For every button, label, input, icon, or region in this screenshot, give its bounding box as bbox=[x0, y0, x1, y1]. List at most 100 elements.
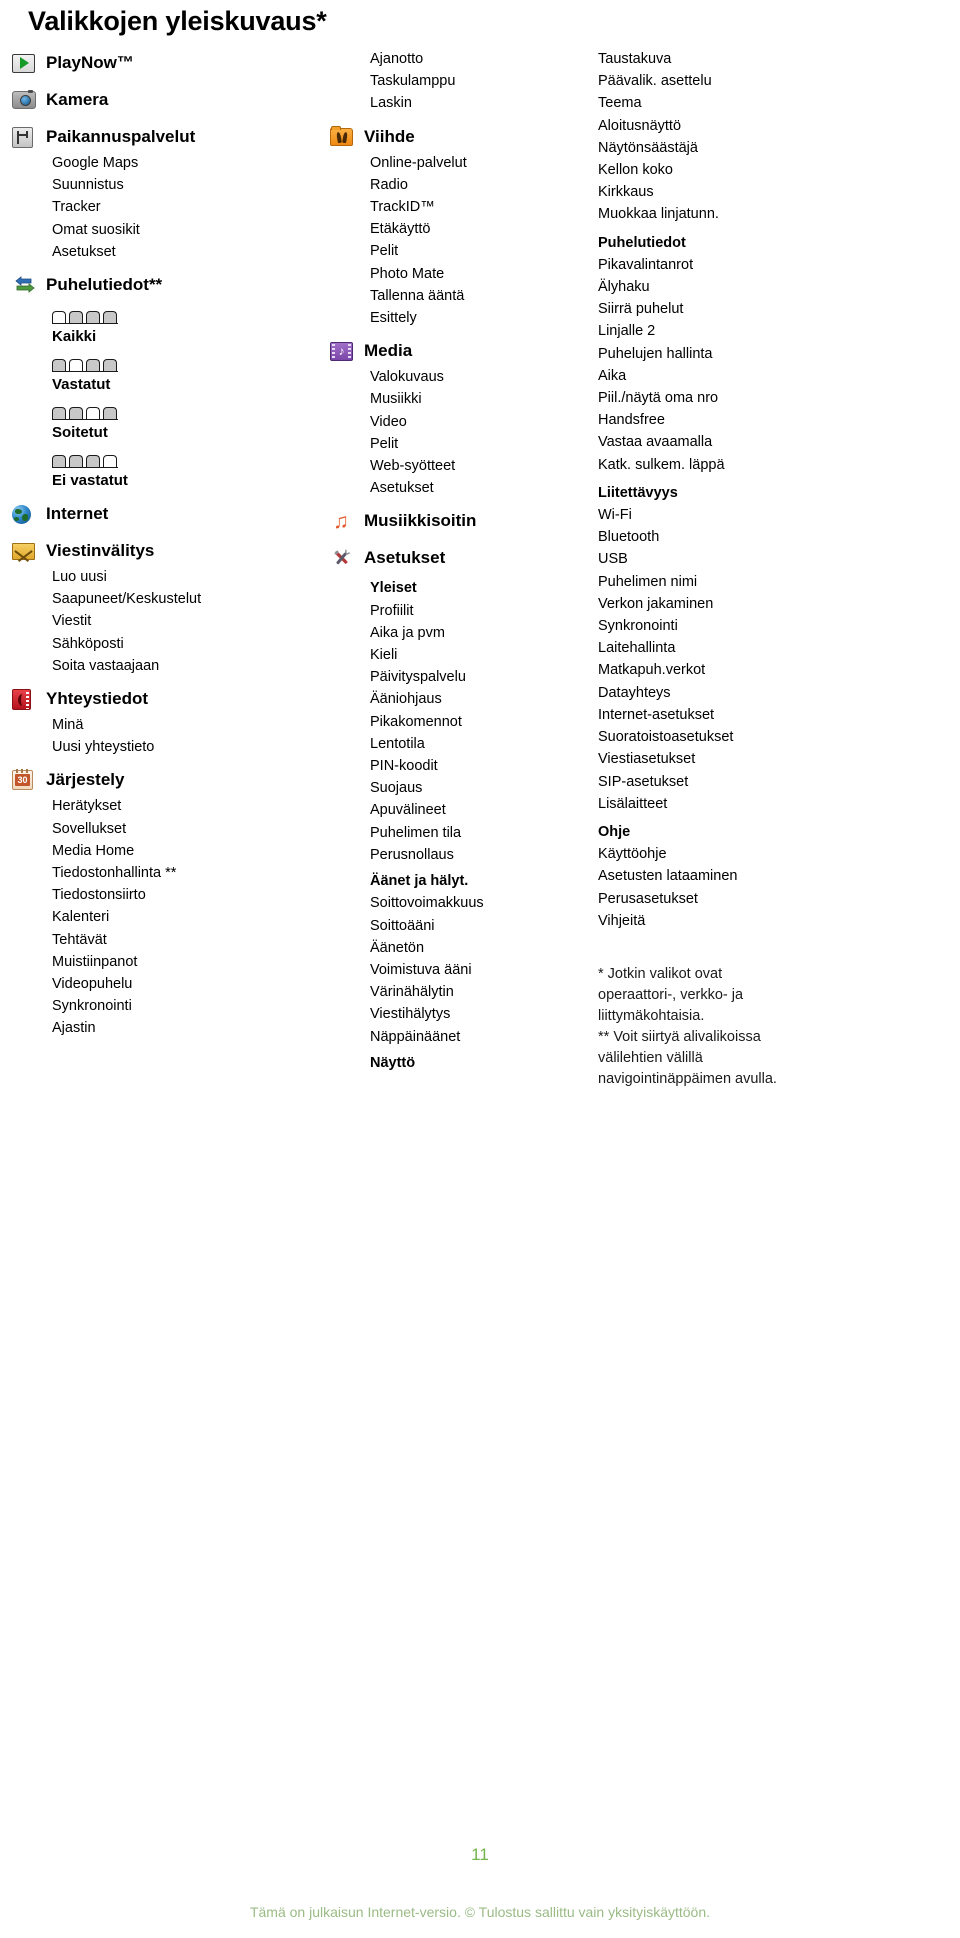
menu-item-musiikkisoitin[interactable]: ♫ Musiikkisoitin bbox=[330, 506, 585, 536]
menu-item-paikannuspalvelut[interactable]: Paikannuspalvelut bbox=[12, 122, 312, 152]
menu-item-jarjestely[interactable]: 30 Järjestely bbox=[12, 765, 312, 795]
submenu-item[interactable]: Online-palvelut bbox=[330, 152, 585, 174]
submenu-item[interactable]: Ajastin bbox=[12, 1017, 312, 1039]
submenu-item[interactable]: USB bbox=[598, 548, 918, 570]
submenu-item[interactable]: Esittely bbox=[330, 307, 585, 329]
submenu-item[interactable]: Apuvälineet bbox=[330, 799, 585, 821]
submenu-item[interactable]: PIN-koodit bbox=[330, 755, 585, 777]
submenu-item[interactable]: Pikakomennot bbox=[330, 711, 585, 733]
submenu-item[interactable]: Vastaa avaamalla bbox=[598, 431, 918, 453]
submenu-item[interactable]: Videopuhelu bbox=[12, 973, 312, 995]
submenu-item[interactable]: Soittoääni bbox=[330, 915, 585, 937]
submenu-item[interactable]: Tallenna ääntä bbox=[330, 285, 585, 307]
submenu-item[interactable]: Sovellukset bbox=[12, 818, 312, 840]
submenu-section[interactable]: Äänet ja hälyt. bbox=[330, 866, 585, 892]
submenu-item[interactable]: Photo Mate bbox=[330, 263, 585, 285]
submenu-item[interactable]: Piil./näytä oma nro bbox=[598, 387, 918, 409]
menu-item-media[interactable]: ♪ Media bbox=[330, 336, 585, 366]
submenu-item[interactable]: Suunnistus bbox=[12, 174, 312, 196]
submenu-item[interactable]: Video bbox=[330, 411, 585, 433]
submenu-item[interactable]: Taustakuva bbox=[598, 48, 918, 70]
submenu-item[interactable]: Asetusten lataaminen bbox=[598, 865, 918, 887]
submenu-item[interactable]: Google Maps bbox=[12, 152, 312, 174]
submenu-item[interactable]: Pelit bbox=[330, 240, 585, 262]
submenu-item[interactable]: Synkronointi bbox=[598, 615, 918, 637]
submenu-item[interactable]: Älyhaku bbox=[598, 276, 918, 298]
call-tab-label[interactable]: Soitetut bbox=[12, 422, 312, 444]
submenu-item[interactable]: Värinähälytin bbox=[330, 981, 585, 1003]
submenu-item[interactable]: Lisälaitteet bbox=[598, 793, 918, 815]
submenu-section[interactable]: Yleiset bbox=[330, 573, 585, 599]
submenu-item[interactable]: Puhelujen hallinta bbox=[598, 343, 918, 365]
submenu-item[interactable]: Kellon koko bbox=[598, 159, 918, 181]
submenu-item[interactable]: Handsfree bbox=[598, 409, 918, 431]
submenu-item[interactable]: Taskulamppu bbox=[330, 70, 585, 92]
submenu-section[interactable]: Liitettävyys bbox=[598, 476, 918, 504]
submenu-item[interactable]: Ajanotto bbox=[330, 48, 585, 70]
submenu-item[interactable]: Puhelimen tila bbox=[330, 822, 585, 844]
submenu-item[interactable]: Linjalle 2 bbox=[598, 320, 918, 342]
submenu-item[interactable]: Datayhteys bbox=[598, 682, 918, 704]
submenu-item[interactable]: Verkon jakaminen bbox=[598, 593, 918, 615]
submenu-item[interactable]: Luo uusi bbox=[12, 566, 312, 588]
submenu-item[interactable]: Soittovoimakkuus bbox=[330, 892, 585, 914]
submenu-item[interactable]: Lentotila bbox=[330, 733, 585, 755]
menu-item-yhteystiedot[interactable]: Yhteystiedot bbox=[12, 684, 312, 714]
submenu-item[interactable]: Pikavalintanrot bbox=[598, 254, 918, 276]
menu-item-viihde[interactable]: Viihde bbox=[330, 122, 585, 152]
submenu-item[interactable]: Kieli bbox=[330, 644, 585, 666]
submenu-item[interactable]: Web-syötteet bbox=[330, 455, 585, 477]
menu-item-asetukset[interactable]: Asetukset bbox=[330, 543, 585, 573]
submenu-item[interactable]: Profiilit bbox=[330, 600, 585, 622]
submenu-item[interactable]: Ääniohjaus bbox=[330, 688, 585, 710]
submenu-item[interactable]: Kirkkaus bbox=[598, 181, 918, 203]
submenu-item[interactable]: Päivityspalvelu bbox=[330, 666, 585, 688]
submenu-item[interactable]: Asetukset bbox=[330, 477, 585, 499]
menu-item-viestinvalitys[interactable]: Viestinvälitys bbox=[12, 536, 312, 566]
submenu-item[interactable]: Muokkaa linjatunn. bbox=[598, 203, 918, 225]
submenu-item[interactable]: Laitehallinta bbox=[598, 637, 918, 659]
submenu-item[interactable]: Herätykset bbox=[12, 795, 312, 817]
submenu-item[interactable]: Wi-Fi bbox=[598, 504, 918, 526]
submenu-item[interactable]: Teema bbox=[598, 92, 918, 114]
submenu-item[interactable]: Äänetön bbox=[330, 937, 585, 959]
submenu-item[interactable]: Puhelimen nimi bbox=[598, 571, 918, 593]
submenu-item[interactable]: Voimistuva ääni bbox=[330, 959, 585, 981]
submenu-item[interactable]: Synkronointi bbox=[12, 995, 312, 1017]
submenu-item[interactable]: Näytönsäästäjä bbox=[598, 137, 918, 159]
submenu-item[interactable]: Katk. sulkem. läppä bbox=[598, 454, 918, 476]
submenu-item[interactable]: Viestiasetukset bbox=[598, 748, 918, 770]
submenu-item[interactable]: Aika ja pvm bbox=[330, 622, 585, 644]
call-tab-label[interactable]: Vastatut bbox=[12, 374, 312, 396]
submenu-item[interactable]: Matkapuh.verkot bbox=[598, 659, 918, 681]
menu-item-playnow[interactable]: PlayNow™ bbox=[12, 48, 312, 78]
submenu-item[interactable]: Saapuneet/Keskustelut bbox=[12, 588, 312, 610]
submenu-item[interactable]: Aika bbox=[598, 365, 918, 387]
submenu-item[interactable]: Musiikki bbox=[330, 388, 585, 410]
call-tab-label[interactable]: Kaikki bbox=[12, 326, 312, 348]
submenu-item[interactable]: Etäkäyttö bbox=[330, 218, 585, 240]
submenu-item[interactable]: Radio bbox=[330, 174, 585, 196]
submenu-item[interactable]: Muistiinpanot bbox=[12, 951, 312, 973]
submenu-item[interactable]: Perusasetukset bbox=[598, 888, 918, 910]
submenu-item[interactable]: Suojaus bbox=[330, 777, 585, 799]
submenu-section[interactable]: Puhelutiedot bbox=[598, 226, 918, 254]
submenu-item[interactable]: Tehtävät bbox=[12, 929, 312, 951]
submenu-item[interactable]: Viestihälytys bbox=[330, 1003, 585, 1025]
submenu-item[interactable]: Aloitusnäyttö bbox=[598, 115, 918, 137]
submenu-item[interactable]: Tracker bbox=[12, 196, 312, 218]
submenu-item[interactable]: Siirrä puhelut bbox=[598, 298, 918, 320]
submenu-item[interactable]: Uusi yhteystieto bbox=[12, 736, 312, 758]
submenu-item[interactable]: Minä bbox=[12, 714, 312, 736]
menu-item-internet[interactable]: Internet bbox=[12, 499, 312, 529]
submenu-item[interactable]: Sähköposti bbox=[12, 633, 312, 655]
submenu-item[interactable]: Kalenteri bbox=[12, 906, 312, 928]
submenu-item[interactable]: Pelit bbox=[330, 433, 585, 455]
submenu-item[interactable]: Media Home bbox=[12, 840, 312, 862]
submenu-item[interactable]: Soita vastaajaan bbox=[12, 655, 312, 677]
submenu-item[interactable]: Päävalik. asettelu bbox=[598, 70, 918, 92]
submenu-item[interactable]: Vihjeitä bbox=[598, 910, 918, 932]
submenu-item[interactable]: Suoratoistoasetukset bbox=[598, 726, 918, 748]
submenu-item[interactable]: Internet-asetukset bbox=[598, 704, 918, 726]
submenu-item[interactable]: Tiedostonhallinta ** bbox=[12, 862, 312, 884]
